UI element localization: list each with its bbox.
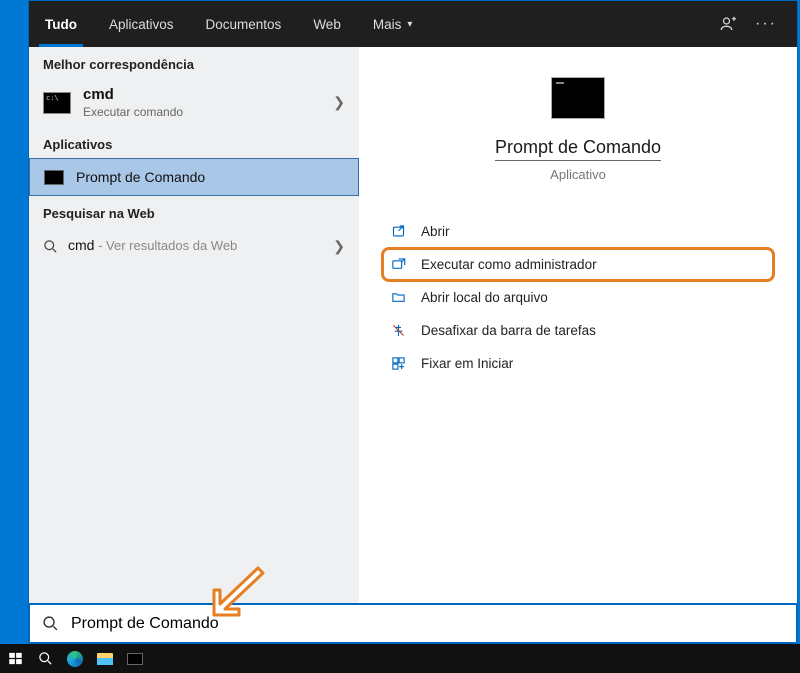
action-run-as-admin[interactable]: Executar como administrador — [383, 249, 773, 280]
chevron-right-icon[interactable]: ❯ — [333, 238, 345, 255]
preview-subtitle: Aplicativo — [550, 167, 606, 182]
best-match-subtitle: Executar comando — [83, 105, 321, 119]
start-search-panel: Tudo Aplicativos Documentos Web Mais ▾ ··… — [28, 0, 798, 630]
admin-icon — [389, 257, 407, 272]
action-label: Executar como administrador — [421, 257, 597, 272]
edge-icon — [67, 651, 83, 667]
tab-mais[interactable]: Mais ▾ — [357, 1, 429, 47]
cmd-icon — [127, 653, 143, 665]
action-label: Abrir local do arquivo — [421, 290, 548, 305]
taskbar-explorer[interactable] — [92, 646, 118, 672]
tab-web[interactable]: Web — [297, 1, 357, 47]
cmd-icon — [43, 92, 71, 114]
search-icon — [42, 615, 59, 632]
web-header: Pesquisar na Web — [29, 196, 359, 227]
search-bar[interactable] — [28, 603, 798, 644]
web-result-text: cmd - Ver resultados da Web — [68, 237, 237, 255]
action-unpin-taskbar[interactable]: Desafixar da barra de tarefas — [383, 315, 773, 346]
feedback-icon[interactable] — [719, 15, 737, 33]
tab-mais-label: Mais — [373, 17, 402, 32]
unpin-icon — [389, 323, 407, 338]
web-result-item[interactable]: cmd - Ver resultados da Web ❯ — [29, 227, 359, 265]
preview-pane: Prompt de Comando Aplicativo Abrir Execu… — [359, 47, 797, 629]
action-open-location[interactable]: Abrir local do arquivo — [383, 282, 773, 313]
cmd-icon — [44, 170, 64, 185]
search-input[interactable] — [71, 615, 784, 633]
apps-header: Aplicativos — [29, 127, 359, 158]
preview-title[interactable]: Prompt de Comando — [495, 137, 661, 161]
topbar-actions: ··· — [719, 1, 797, 47]
action-open[interactable]: Abrir — [383, 216, 773, 247]
best-match-header: Melhor correspondência — [29, 47, 359, 78]
results-list: Melhor correspondência cmd Executar coma… — [29, 47, 359, 629]
open-icon — [389, 224, 407, 239]
best-match-title: cmd — [83, 86, 321, 103]
action-pin-start[interactable]: Fixar em Iniciar — [383, 348, 773, 379]
folder-icon — [97, 653, 113, 665]
cmd-icon — [551, 77, 605, 119]
chevron-right-icon[interactable]: ❯ — [333, 94, 345, 111]
start-button[interactable] — [2, 646, 28, 672]
more-icon[interactable]: ··· — [755, 15, 777, 33]
action-label: Desafixar da barra de tarefas — [421, 323, 596, 338]
taskbar-edge[interactable] — [62, 646, 88, 672]
folder-open-icon — [389, 290, 407, 305]
tab-tudo[interactable]: Tudo — [29, 1, 93, 47]
taskbar-cmd[interactable] — [122, 646, 148, 672]
app-result-prompt[interactable]: Prompt de Comando — [29, 158, 359, 196]
taskbar — [0, 644, 800, 673]
action-label: Fixar em Iniciar — [421, 356, 513, 371]
search-topbar: Tudo Aplicativos Documentos Web Mais ▾ ··… — [29, 1, 797, 47]
search-icon — [43, 239, 58, 254]
tab-aplicativos[interactable]: Aplicativos — [93, 1, 190, 47]
app-result-label: Prompt de Comando — [76, 169, 205, 185]
best-match-item[interactable]: cmd Executar comando ❯ — [29, 78, 359, 127]
chevron-down-icon: ▾ — [407, 19, 412, 30]
tab-documentos[interactable]: Documentos — [190, 1, 298, 47]
filter-tabs: Tudo Aplicativos Documentos Web Mais ▾ — [29, 1, 428, 47]
action-label: Abrir — [421, 224, 450, 239]
taskbar-search-button[interactable] — [32, 646, 58, 672]
pin-start-icon — [389, 356, 407, 371]
